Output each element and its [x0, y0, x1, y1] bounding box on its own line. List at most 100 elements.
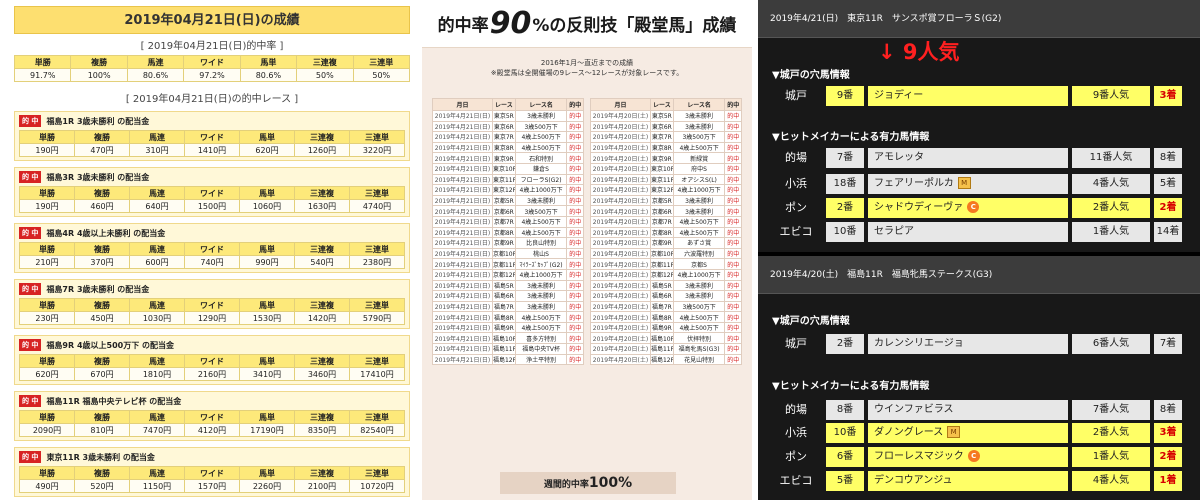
payout-value: 2160円 [184, 367, 240, 381]
table-cell: 福島6R [491, 290, 516, 302]
horse-name-text: ジョディー [874, 90, 924, 101]
bet-type: 複勝 [74, 410, 130, 424]
horse-row[interactable]: 的場 7番 アモレッタ 11番人気 8着 [766, 148, 1191, 168]
rate-value: 91.7% [14, 68, 72, 82]
table-cell: 2019年4月21日(日) [432, 237, 493, 249]
horse-row[interactable]: エビコ 10番 セラピア 1番人気 14着 [766, 222, 1191, 242]
popularity: 6番人気 [1072, 334, 1150, 354]
table-row: 2019年4月21日(日) 京都5R 3歳未勝利 的中 [432, 194, 584, 207]
race-block-title: 2019年4/21(日) 東京11R サンスポ賞フローラＳ(G2) [758, 0, 1200, 38]
horse-name-text: カレンシリエージョ [874, 338, 964, 349]
horse-number: 6番 [826, 447, 864, 467]
horse-row[interactable]: 城戸 9番 ジョディー 9番人気 3着 [766, 86, 1191, 106]
table-cell: 京都10R [491, 247, 516, 260]
table-cell: 2019年4月21日(日) [432, 205, 493, 217]
hit-mark: 的中 [566, 279, 584, 292]
horse-row[interactable]: エビコ 5番 デンコウアンジュ 4番人気 1着 [766, 471, 1191, 491]
tipster-name: ポン [785, 201, 807, 214]
horse-row[interactable]: ポン 6番 フローレスマジック C 1番人気 2着 [766, 447, 1191, 467]
horse-row[interactable]: 小浜 10番 ダノングレース M 2番人気 3着 [766, 423, 1191, 443]
race-name[interactable]: 福島3R 3歳未勝利 の配当金 [46, 172, 149, 183]
table-cell: 4歳上500万下 [514, 131, 568, 143]
race-payout-card: 的 中福島11R 福島中央テレビ杯 の配当金 単勝 複勝 馬連 ワイド 馬単 三連複 三連単 2… [14, 391, 410, 441]
table-cell: 2019年4月20日(土) [590, 152, 651, 164]
horse-name: アモレッタ [868, 148, 1068, 168]
table-row: 2019年4月20日(土) 福島12R 花見山特別 的中 [590, 353, 742, 366]
table-cell: 福島9R [649, 321, 674, 334]
horse-name: フェアリーポルカ M [868, 174, 1068, 194]
table-cell: 2019年4月21日(日) [432, 141, 493, 154]
horse-row[interactable]: 城戸 2番 カレンシリエージョ 6番人気 7着 [766, 334, 1191, 354]
table-row: 2019年4月21日(日) 東京11R フローラS(G2) 的中 [432, 173, 584, 186]
table-cell: 2019年4月20日(土) [590, 226, 651, 239]
hit-mark: 的中 [566, 343, 584, 355]
table-row: 2019年4月21日(日) 福島6R 3歳未勝利 的中 [432, 290, 584, 302]
bet-type: ワイド [184, 186, 240, 200]
race-list: 的 中福島1R 3歳未勝利 の配当金 単勝 複勝 馬連 ワイド 馬単 三連複 三連単 190円 4… [14, 111, 410, 497]
table-cell: フローラS(G2) [514, 173, 568, 186]
table-cell: 2019年4月21日(日) [432, 343, 493, 355]
payout-value: 470円 [74, 143, 130, 157]
bet-type: 単勝 [19, 410, 75, 424]
hit-mark: 的中 [724, 120, 742, 133]
table-cell: 3歳未勝利 [672, 205, 726, 217]
bet-type: 複勝 [74, 298, 130, 312]
payout-value: 520円 [74, 479, 130, 493]
hit-mark: 的中 [566, 300, 584, 313]
table-cell: 2019年4月20日(土) [590, 300, 651, 313]
popularity: 11番人気 [1072, 148, 1150, 168]
col-header: 月日 [590, 98, 651, 111]
horse-row[interactable]: 的場 8番 ウインファビラス 7番人気 8着 [766, 400, 1191, 420]
bet-type: 馬連 [129, 298, 185, 312]
table-cell: 福島12R [491, 353, 516, 366]
race-name[interactable]: 福島11R 福島中央テレビ杯 の配当金 [46, 396, 181, 407]
race-name[interactable]: 東京11R 3歳未勝利 の配当金 [46, 452, 154, 463]
horse-number: 5番 [826, 471, 864, 491]
bet-type: 単勝 [19, 466, 75, 480]
payout-value: 990円 [239, 255, 295, 269]
hit-badge: 的 中 [19, 339, 42, 351]
race-name[interactable]: 福島9R 4歳以上500万下 の配当金 [46, 340, 174, 351]
table-cell: 喜多方特別 [514, 332, 568, 345]
col-header: レース名 [514, 98, 568, 111]
table-row: 2019年4月21日(日) 京都6R 3歳500万下 的中 [432, 205, 584, 217]
table-row: 2019年4月21日(日) 福島10R 喜多方特別 的中 [432, 332, 584, 345]
race-name[interactable]: 福島7R 3歳未勝利 の配当金 [46, 284, 149, 295]
table-cell: 京都7R [491, 215, 516, 228]
table-cell: 福島中央TV杯 [514, 343, 568, 355]
horse-row[interactable]: ポン 2番 シャドウディーヴァ C 2番人気 2着 [766, 198, 1191, 218]
hit-mark: 的中 [724, 343, 742, 355]
table-row: 2019年4月20日(土) 京都10R 六波羅特別 的中 [590, 247, 742, 260]
results-title: 2019年04月21日(日)の成績 [14, 6, 410, 34]
table-cell: 4歳上1000万下 [672, 268, 726, 281]
table-cell: 4歳上500万下 [672, 321, 726, 334]
table-row: 2019年4月20日(土) 福島6R 3歳未勝利 的中 [590, 290, 742, 302]
payout-value: 460円 [74, 199, 130, 213]
bet-type: 単勝 [19, 298, 75, 312]
race-name[interactable]: 福島1R 3歳未勝利 の配当金 [46, 116, 149, 127]
finish-position: 14着 [1154, 222, 1182, 242]
bet-type: 複勝 [74, 466, 130, 480]
hit-mark: 的中 [724, 162, 742, 175]
payout-value: 640円 [129, 199, 185, 213]
table-cell: 福島10R [649, 332, 674, 345]
horse-row[interactable]: 小浜 18番 フェアリーポルカ M 4番人気 5着 [766, 174, 1191, 194]
table-row: 2019年4月20日(土) 福島11R 福島牝馬S(G3) 的中 [590, 343, 742, 355]
table-cell: 東京7R [649, 131, 674, 143]
table-cell: 3歳500万下 [514, 120, 568, 133]
table-cell: 2019年4月21日(日) [432, 279, 493, 292]
bet-type: 三連複 [294, 242, 350, 256]
bet-type: ワイド [184, 242, 240, 256]
rate-header: 三連単 [352, 55, 410, 69]
table-cell: 東京7R [491, 131, 516, 143]
table-row: 2019年4月20日(土) 京都9R あずさ賞 的中 [590, 237, 742, 249]
race-name[interactable]: 福島4R 4歳以上未勝利 の配当金 [46, 228, 165, 239]
table-cell: 3歳未勝利 [672, 110, 726, 122]
race-title: 的 中福島4R 4歳以上未勝利 の配当金 [19, 226, 405, 240]
table-cell: 福島9R [491, 321, 516, 334]
dendo-panel: 的中率 90 %の反則技「殿堂馬」成績 2016年1月～直近までの成績 ※殿堂馬は全… [422, 0, 752, 500]
table-cell: 福島7R [649, 300, 674, 313]
hit-mark: 的中 [724, 215, 742, 228]
table-cell: 府中S [672, 162, 726, 175]
ninki-annotation: ↓ 9人気 [878, 40, 960, 64]
